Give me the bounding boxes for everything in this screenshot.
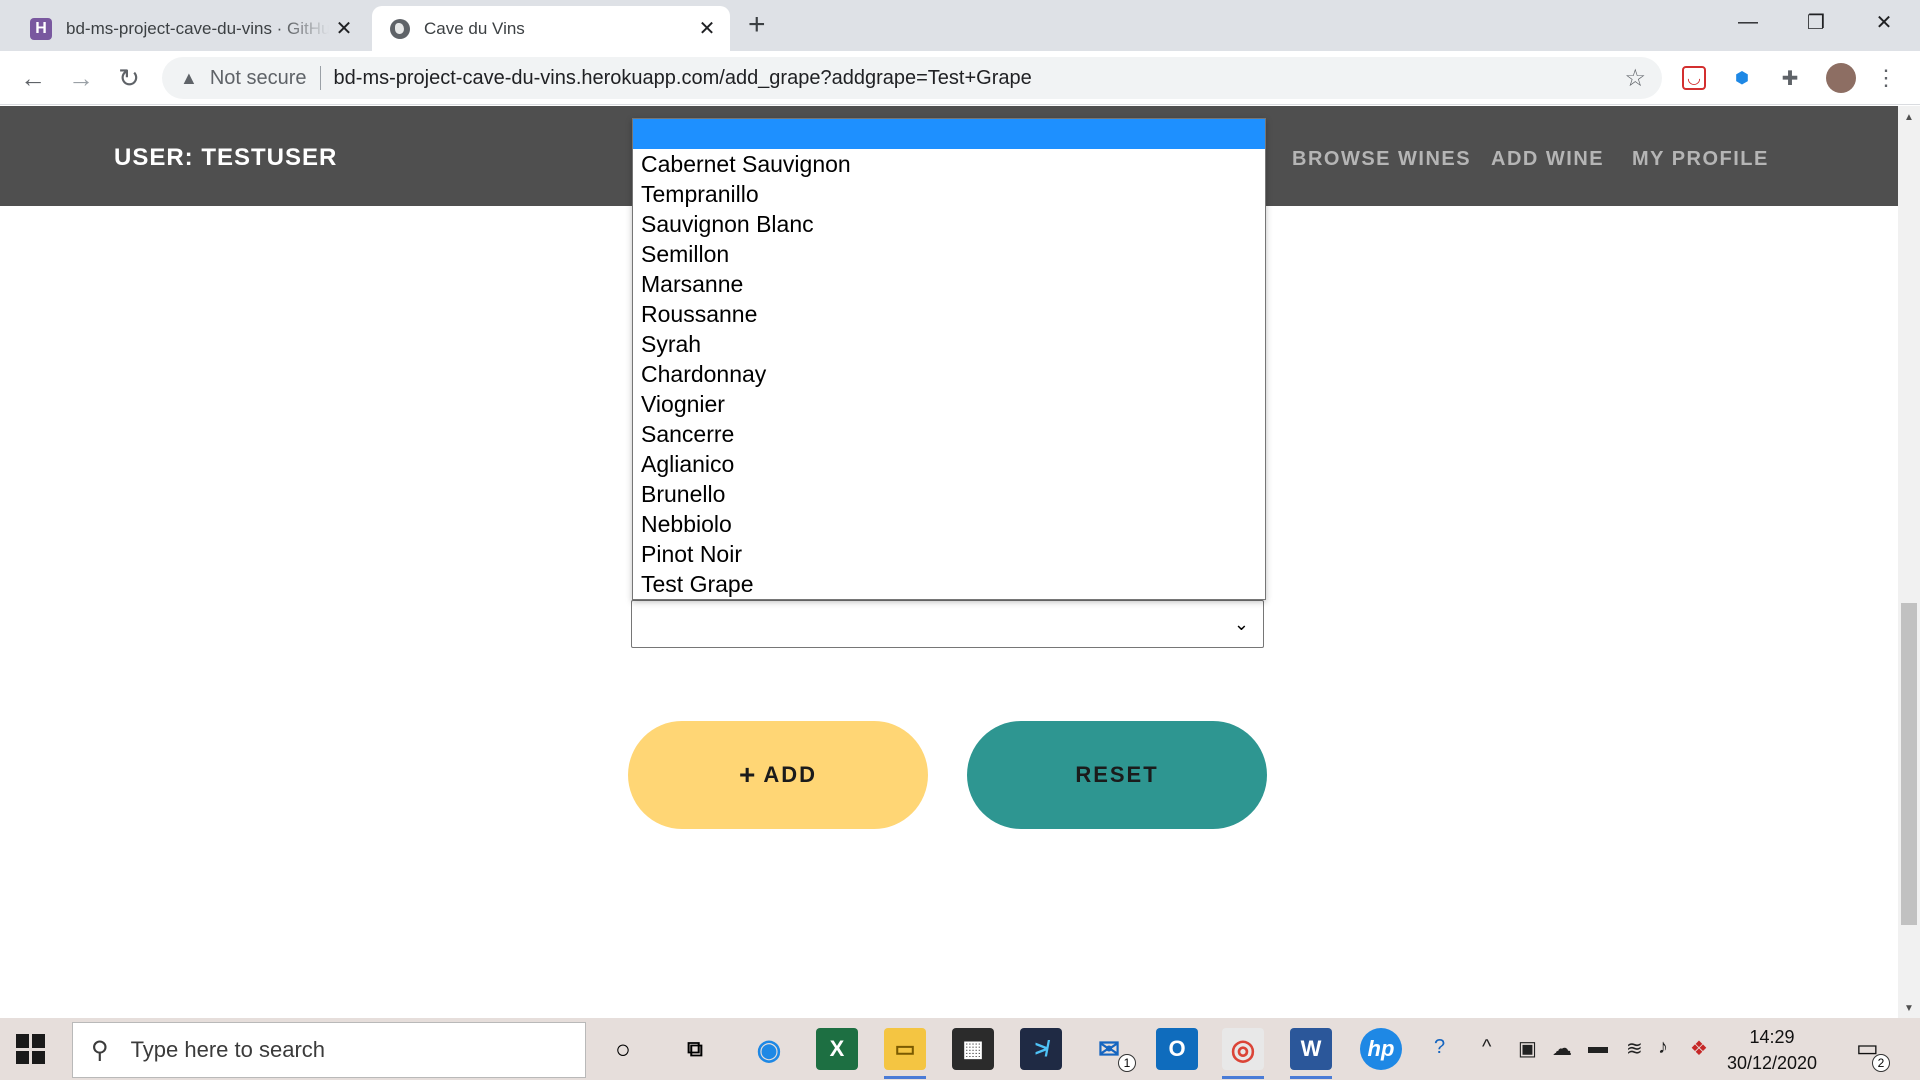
windows-taskbar: ⚲ Type here to search ○ ⧉ ◉ X ▭ ▦ ≯ ✉ 1 … — [0, 1018, 1920, 1080]
back-icon[interactable]: ← — [18, 63, 48, 93]
browser-tab-strip: H bd-ms-project-cave-du-vins · GitHub ✕ … — [0, 0, 1920, 51]
dropdown-option-blank[interactable] — [633, 119, 1265, 149]
scroll-down-icon[interactable]: ▼ — [1904, 1003, 1914, 1014]
dropdown-option[interactable]: Aglianico — [633, 449, 1265, 479]
scrollbar-thumb[interactable] — [1901, 603, 1917, 925]
puzzle-icon[interactable]: ✚ — [1778, 66, 1802, 90]
scroll-up-icon[interactable]: ▲ — [1904, 112, 1914, 123]
dropdown-option[interactable]: Tempranillo — [633, 179, 1265, 209]
chevron-down-icon: ⌄ — [1233, 614, 1249, 634]
heroku-icon: H — [30, 17, 52, 40]
new-tab-button[interactable]: + — [748, 10, 766, 40]
file-explorer-icon[interactable]: ▭ — [884, 1028, 926, 1079]
notification-badge: 2 — [1872, 1054, 1890, 1072]
reset-button-label: RESET — [1075, 762, 1159, 787]
clock-date: 30/12/2020 — [1726, 1053, 1818, 1073]
nav-add-wine[interactable]: ADD WINE — [1491, 148, 1604, 171]
warning-icon[interactable]: ▲ — [180, 68, 198, 89]
dropdown-option[interactable]: Syrah — [633, 329, 1265, 359]
dropdown-option[interactable]: Nebbiolo — [633, 509, 1265, 539]
edge-icon[interactable]: ◉ — [748, 1028, 790, 1070]
hp-icon[interactable]: hp — [1360, 1028, 1402, 1070]
tab-title: bd-ms-project-cave-du-vins · GitHub — [66, 18, 329, 38]
store-icon[interactable]: ▦ — [952, 1028, 994, 1070]
taskbar-search-input[interactable]: ⚲ Type here to search — [72, 1022, 586, 1078]
page-viewport: USER: TESTUSER BROWSE WINES ADD WINE MY … — [0, 106, 1898, 1018]
address-bar[interactable]: ▲ Not secure bd-ms-project-cave-du-vins.… — [162, 57, 1662, 99]
star-icon[interactable]: ☆ — [1624, 64, 1646, 93]
user-label: USER: TESTUSER — [114, 144, 338, 171]
grape-dropdown-list[interactable]: Cabernet Sauvignon Tempranillo Sauvignon… — [632, 118, 1266, 600]
dropdown-option[interactable]: Marsanne — [633, 269, 1265, 299]
search-icon: ⚲ — [91, 1036, 109, 1064]
plus-icon: + — [738, 759, 758, 790]
wifi-icon[interactable]: ≋ — [1626, 1036, 1643, 1061]
close-icon[interactable]: ✕ — [329, 16, 359, 41]
reset-button[interactable]: RESET — [967, 721, 1267, 829]
security-label[interactable]: Not secure — [210, 67, 307, 90]
dropdown-option[interactable]: Test Grape — [633, 569, 1265, 599]
globe-icon — [390, 18, 410, 39]
restore-button[interactable]: ❐ — [1782, 4, 1850, 40]
dropbox-icon[interactable]: ❖ — [1690, 1036, 1708, 1061]
dropdown-option[interactable]: Sauvignon Blanc — [633, 209, 1265, 239]
forward-icon[interactable]: → — [66, 63, 96, 93]
tab-github[interactable]: H bd-ms-project-cave-du-vins · GitHub ✕ — [12, 6, 367, 51]
chrome-icon[interactable]: ◎ — [1222, 1028, 1264, 1079]
task-view-icon[interactable]: ⧉ — [674, 1028, 716, 1070]
reload-icon[interactable]: ↻ — [114, 63, 144, 93]
menu-icon[interactable]: ⋮ — [1874, 65, 1898, 90]
add-button-label: ADD — [763, 762, 818, 787]
cortana-icon[interactable]: ○ — [602, 1028, 644, 1070]
taskbar-clock[interactable]: 14:29 30/12/2020 — [1712, 1024, 1832, 1076]
tab-cave-du-vins[interactable]: Cave du Vins ✕ — [372, 6, 730, 51]
dropdown-option[interactable]: Chardonnay — [633, 359, 1265, 389]
taskbar-search-placeholder: Type here to search — [130, 1037, 326, 1062]
dropdown-option[interactable]: Pinot Noir — [633, 539, 1265, 569]
excel-icon[interactable]: X — [816, 1028, 858, 1070]
nav-my-profile[interactable]: MY PROFILE — [1632, 148, 1769, 171]
mail-badge: 1 — [1118, 1054, 1136, 1072]
close-icon[interactable]: ✕ — [692, 16, 722, 41]
divider — [319, 66, 321, 90]
battery-icon[interactable]: ▬ — [1588, 1036, 1608, 1059]
onedrive-icon[interactable]: ☁ — [1552, 1036, 1572, 1061]
extension-hexagon-icon[interactable]: ⬢ — [1730, 66, 1754, 90]
chevron-up-icon[interactable]: ^ — [1482, 1036, 1491, 1059]
word-icon[interactable]: W — [1290, 1028, 1332, 1079]
close-window-button[interactable]: ✕ — [1850, 4, 1918, 40]
add-button[interactable]: + ADD — [628, 721, 928, 829]
dropdown-option[interactable]: Brunello — [633, 479, 1265, 509]
url-text[interactable]: bd-ms-project-cave-du-vins.herokuapp.com… — [334, 67, 1032, 90]
volume-icon[interactable]: ♪ — [1658, 1036, 1668, 1059]
pocket-extension-icon[interactable]: ◡ — [1682, 66, 1706, 90]
help-icon[interactable]: ? — [1434, 1036, 1445, 1059]
windows-start-icon[interactable] — [16, 1034, 46, 1064]
grape-select[interactable]: ⌄ — [631, 600, 1264, 648]
dropdown-option[interactable]: Viognier — [633, 389, 1265, 419]
dropdown-option[interactable]: Cabernet Sauvignon — [633, 149, 1265, 179]
clock-time: 14:29 — [1749, 1027, 1795, 1047]
avatar[interactable] — [1826, 63, 1856, 93]
dropdown-option[interactable]: Sancerre — [633, 419, 1265, 449]
nav-browse-wines[interactable]: BROWSE WINES — [1292, 148, 1471, 171]
minimize-button[interactable]: — — [1714, 4, 1782, 40]
page-scrollbar[interactable]: ▲ ▼ — [1898, 106, 1920, 1018]
dropdown-option[interactable]: Roussanne — [633, 299, 1265, 329]
browser-toolbar: ← → ↻ ▲ Not secure bd-ms-project-cave-du… — [0, 51, 1920, 105]
app-icon[interactable]: ≯ — [1020, 1028, 1062, 1070]
dropdown-option[interactable]: Semillon — [633, 239, 1265, 269]
tab-title: Cave du Vins — [424, 18, 525, 38]
outlook-icon[interactable]: O — [1156, 1028, 1198, 1070]
meet-icon[interactable]: ▣ — [1518, 1036, 1537, 1061]
